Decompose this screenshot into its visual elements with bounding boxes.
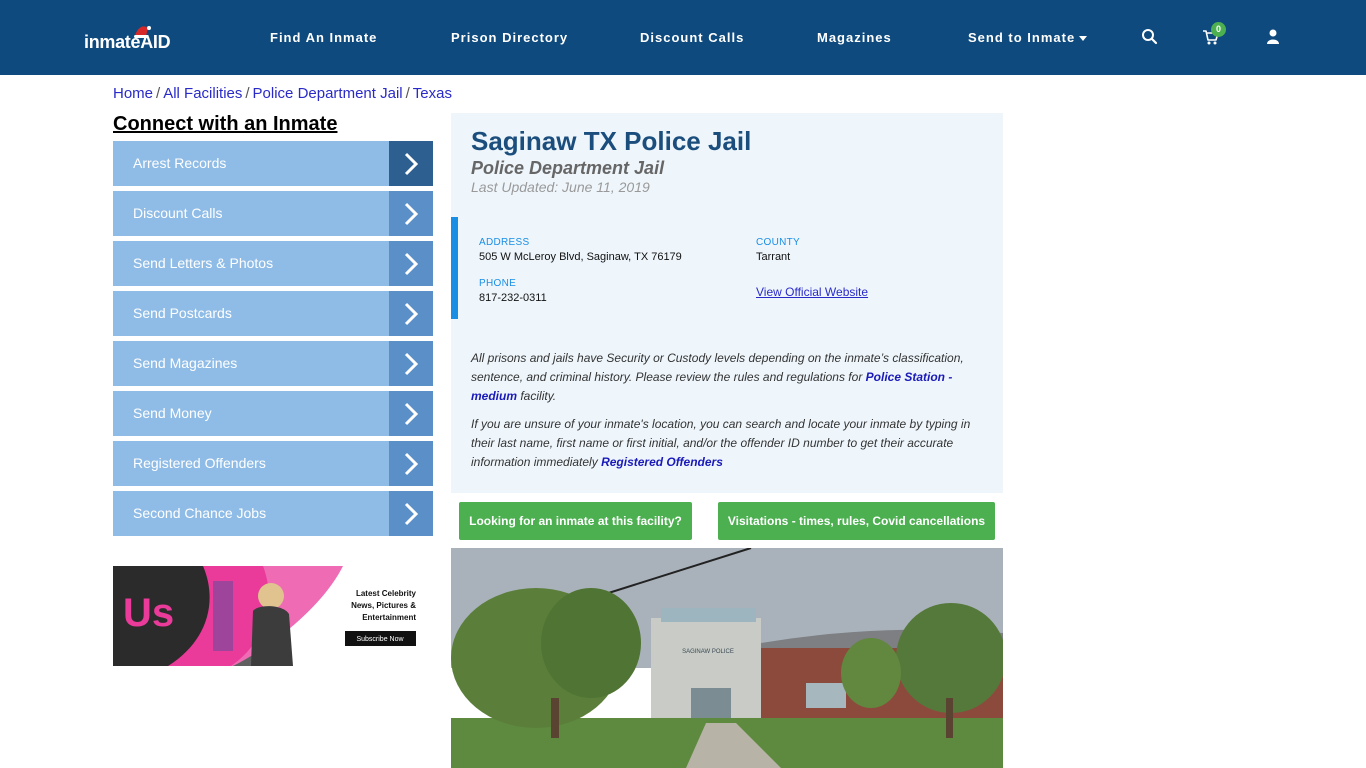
breadcrumb-texas[interactable]: Texas: [413, 85, 452, 102]
chevron-right-icon: [389, 391, 433, 436]
looking-for-inmate-button[interactable]: Looking for an inmate at this facility?: [459, 502, 692, 540]
security-levels-paragraph: All prisons and jails have Security or C…: [471, 349, 981, 406]
sidebar-item-send-magazines[interactable]: Send Magazines: [113, 341, 433, 386]
facility-card: Saginaw TX Police Jail Police Department…: [451, 113, 1003, 493]
caret-down-icon: [1079, 36, 1088, 42]
county-label: COUNTY: [756, 237, 801, 248]
registered-offenders-link[interactable]: Registered Offenders: [601, 455, 723, 469]
us-weekly-ad-banner[interactable]: Us Latest Celebrity News, Pictures & Ent…: [113, 566, 433, 666]
facility-info-box: ADDRESS 505 W McLeroy Blvd, Saginaw, TX …: [451, 217, 1003, 319]
chevron-right-icon: [389, 291, 433, 336]
last-updated: Last Updated: June 11, 2019: [471, 179, 650, 195]
ad-line-1: Latest Celebrity: [356, 589, 417, 598]
sidebar-item-second-chance-jobs[interactable]: Second Chance Jobs: [113, 491, 433, 536]
breadcrumb: Home / All Facilities / Police Department Ja…: [113, 85, 452, 102]
ad-line-2: News, Pictures &: [351, 601, 416, 610]
cart-count-badge: 0: [1211, 22, 1226, 37]
connect-title: Connect with an Inmate: [113, 113, 338, 135]
sidebar-item-send-letters-photos[interactable]: Send Letters & Photos: [113, 241, 433, 286]
sidebar-item-label: Arrest Records: [133, 155, 227, 171]
logo-text: inmateAID: [84, 32, 171, 52]
county-value: Tarrant: [756, 251, 791, 263]
breadcrumb-home[interactable]: Home: [113, 85, 153, 102]
sidebar-item-label: Second Chance Jobs: [133, 505, 267, 521]
sidebar-item-label: Send Money: [133, 405, 212, 421]
chevron-right-icon: [389, 341, 433, 386]
official-website-link[interactable]: View Official Website: [756, 285, 868, 299]
visitations-button[interactable]: Visitations - times, rules, Covid cancel…: [718, 502, 995, 540]
ad-subscribe-button: Subscribe Now: [356, 636, 404, 643]
sidebar-item-registered-offenders[interactable]: Registered Offenders: [113, 441, 433, 486]
chevron-right-icon: [389, 441, 433, 486]
phone-value: 817-232-0311: [479, 292, 547, 304]
nav-discount-calls[interactable]: Discount Calls: [640, 30, 744, 45]
sidebar-item-label: Send Magazines: [133, 355, 238, 371]
breadcrumb-police-department-jail[interactable]: Police Department Jail: [253, 85, 403, 102]
chevron-right-icon: [389, 141, 433, 186]
sidebar-item-send-money[interactable]: Send Money: [113, 391, 433, 436]
ad-artwork: Us Latest Celebrity News, Pictures & Ent…: [113, 566, 433, 666]
paragraph-text: facility.: [517, 389, 557, 403]
facility-photo: SAGINAW POLICE: [451, 548, 1003, 768]
site-header: inmateAID Find An Inmate Prison Director…: [0, 0, 1366, 75]
ad-brand-text: Us: [123, 591, 174, 635]
locate-inmate-paragraph: If you are unsure of your inmate's locat…: [471, 415, 981, 472]
sidebar-item-label: Send Postcards: [133, 305, 232, 321]
facility-type: Police Department Jail: [471, 158, 665, 178]
phone-label: PHONE: [479, 278, 517, 289]
search-icon[interactable]: [1140, 27, 1160, 47]
sidebar-item-send-postcards[interactable]: Send Postcards: [113, 291, 433, 336]
site-logo[interactable]: inmateAID: [84, 24, 180, 54]
nav-prison-directory[interactable]: Prison Directory: [451, 30, 568, 45]
user-icon[interactable]: [1263, 27, 1283, 47]
sidebar-item-label: Registered Offenders: [133, 455, 266, 471]
sidebar-item-label: Send Letters & Photos: [133, 255, 274, 271]
facility-title: Saginaw TX Police Jail: [471, 126, 752, 156]
chevron-right-icon: [389, 491, 433, 536]
photo-sign-text: SAGINAW POLICE: [682, 649, 734, 655]
sidebar-item-arrest-records[interactable]: Arrest Records: [113, 141, 433, 186]
chevron-right-icon: [389, 241, 433, 286]
nav-send-to-inmate-label: Send to Inmate: [968, 30, 1076, 45]
sidebar-menu: Arrest Records Discount Calls Send Lette…: [113, 141, 433, 541]
address-label: ADDRESS: [479, 237, 530, 248]
sidebar-item-discount-calls[interactable]: Discount Calls: [113, 191, 433, 236]
chevron-right-icon: [389, 191, 433, 236]
nav-magazines[interactable]: Magazines: [817, 30, 892, 45]
breadcrumb-all-facilities[interactable]: All Facilities: [163, 85, 242, 102]
nav-send-to-inmate[interactable]: Send to Inmate: [968, 30, 1088, 45]
address-value: 505 W McLeroy Blvd, Saginaw, TX 76179: [479, 251, 682, 263]
sidebar-item-label: Discount Calls: [133, 205, 223, 221]
nav-find-an-inmate[interactable]: Find An Inmate: [270, 30, 377, 45]
ad-line-3: Entertainment: [362, 613, 416, 622]
